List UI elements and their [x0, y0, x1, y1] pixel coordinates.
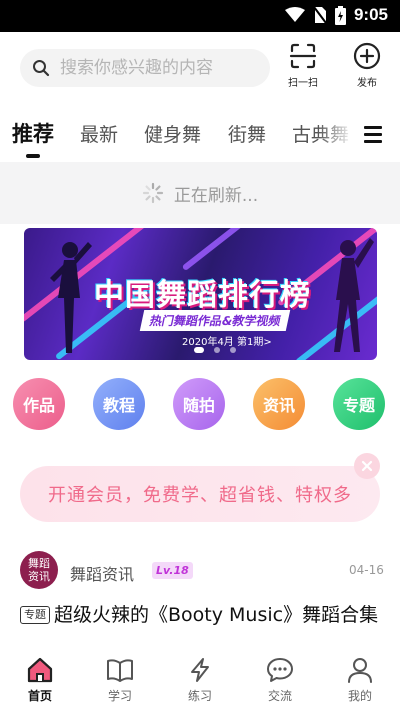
nav-profile-label: 我的: [347, 689, 372, 703]
status-time: 9:05: [353, 5, 388, 24]
banner-pagination: [194, 347, 236, 353]
nav-practice-label: 练习: [187, 689, 212, 703]
banner-dot: [230, 347, 236, 353]
category-tutorial-button[interactable]: 教程: [93, 378, 145, 430]
tab-fitness-dance[interactable]: 健身舞: [144, 120, 201, 147]
vip-promo-banner[interactable]: 开通会员，免费学、超省钱、特权多: [20, 466, 380, 522]
post-title: 超级火辣的《Booty Music》舞蹈合集: [54, 604, 379, 626]
tab-street-dance[interactable]: 街舞: [228, 120, 266, 147]
close-icon: [361, 460, 373, 472]
nav-community[interactable]: 交流: [250, 657, 310, 704]
scan-icon: [289, 43, 317, 69]
nav-practice[interactable]: 练习: [170, 657, 230, 704]
menu-icon[interactable]: [364, 126, 382, 144]
publish-label: 发布: [357, 78, 377, 89]
vip-close-button[interactable]: [354, 453, 380, 479]
refresh-indicator: 正在刷新...: [0, 162, 400, 224]
avatar-text: 舞蹈资讯: [28, 557, 50, 583]
topic-tag: 专题: [20, 606, 50, 624]
banner-subtitle: 热门舞蹈作品&教学视频: [139, 310, 291, 331]
nav-home-label: 首页: [27, 689, 52, 703]
lightning-icon: [191, 658, 209, 682]
chat-icon: [267, 658, 293, 682]
category-news-label: 资讯: [262, 396, 295, 415]
category-news-button[interactable]: 资讯: [253, 378, 305, 430]
level-badge: Lv.18: [152, 562, 193, 579]
category-topic-button[interactable]: 专题: [333, 378, 385, 430]
dancer-left-silhouette: [50, 242, 92, 353]
category-topic-label: 专题: [342, 396, 375, 415]
banner-dot: [214, 347, 220, 353]
home-icon: [27, 657, 53, 683]
search-icon: [33, 60, 50, 77]
vip-promo-text: 开通会员，免费学、超省钱、特权多: [48, 485, 352, 506]
category-tabs: 推荐 最新 健身舞 街舞 古典舞: [0, 116, 400, 160]
author-name[interactable]: 舞蹈资讯: [70, 561, 134, 585]
profile-icon: [348, 658, 372, 683]
search-input[interactable]: [60, 58, 260, 78]
tabs-fade: [318, 116, 354, 156]
status-bar: 9:05: [0, 0, 400, 32]
category-snapshot-button[interactable]: 随拍: [173, 378, 225, 430]
search-bar[interactable]: [20, 49, 270, 87]
scan-button[interactable]: 扫一扫: [281, 42, 325, 96]
tab-indicator: [26, 154, 40, 158]
banner-title: 中国舞蹈排行榜: [94, 278, 311, 313]
add-circle-icon: [353, 42, 381, 70]
post-date: 04-16: [349, 563, 384, 577]
category-works-button[interactable]: 作品: [13, 378, 65, 430]
nav-community-label: 交流: [267, 689, 292, 703]
book-icon: [107, 659, 133, 682]
category-snapshot-label: 随拍: [182, 396, 215, 415]
author-avatar[interactable]: 舞蹈资讯: [20, 551, 58, 589]
wifi-icon: [284, 7, 305, 22]
post-title-block[interactable]: 专题 超级火辣的《Booty Music》舞蹈合集: [20, 602, 380, 628]
nav-study-label: 学习: [107, 689, 132, 703]
refresh-text: 正在刷新...: [173, 185, 259, 206]
tab-recommend[interactable]: 推荐: [12, 118, 54, 148]
scan-label: 扫一扫: [288, 78, 318, 89]
banner-dot-active: [194, 347, 204, 353]
bottom-nav: 首页 学习 练习 交流 我的: [0, 651, 400, 711]
dancer-right-silhouette: [334, 238, 374, 352]
category-tutorial-label: 教程: [102, 396, 135, 415]
no-sim-icon: [313, 6, 327, 24]
battery-charging-icon: [334, 5, 346, 25]
nav-home[interactable]: 首页: [10, 657, 70, 704]
category-works-label: 作品: [22, 396, 55, 415]
publish-button[interactable]: 发布: [345, 42, 389, 96]
banner[interactable]: 中国舞蹈排行榜 热门舞蹈作品&教学视频 2020年4月 第1期>: [24, 228, 377, 360]
nav-study[interactable]: 学习: [90, 657, 150, 704]
banner-date: 2020年4月 第1期>: [182, 337, 272, 348]
spinner-icon: [142, 182, 163, 204]
tab-latest[interactable]: 最新: [80, 120, 118, 147]
nav-profile[interactable]: 我的: [330, 657, 390, 704]
